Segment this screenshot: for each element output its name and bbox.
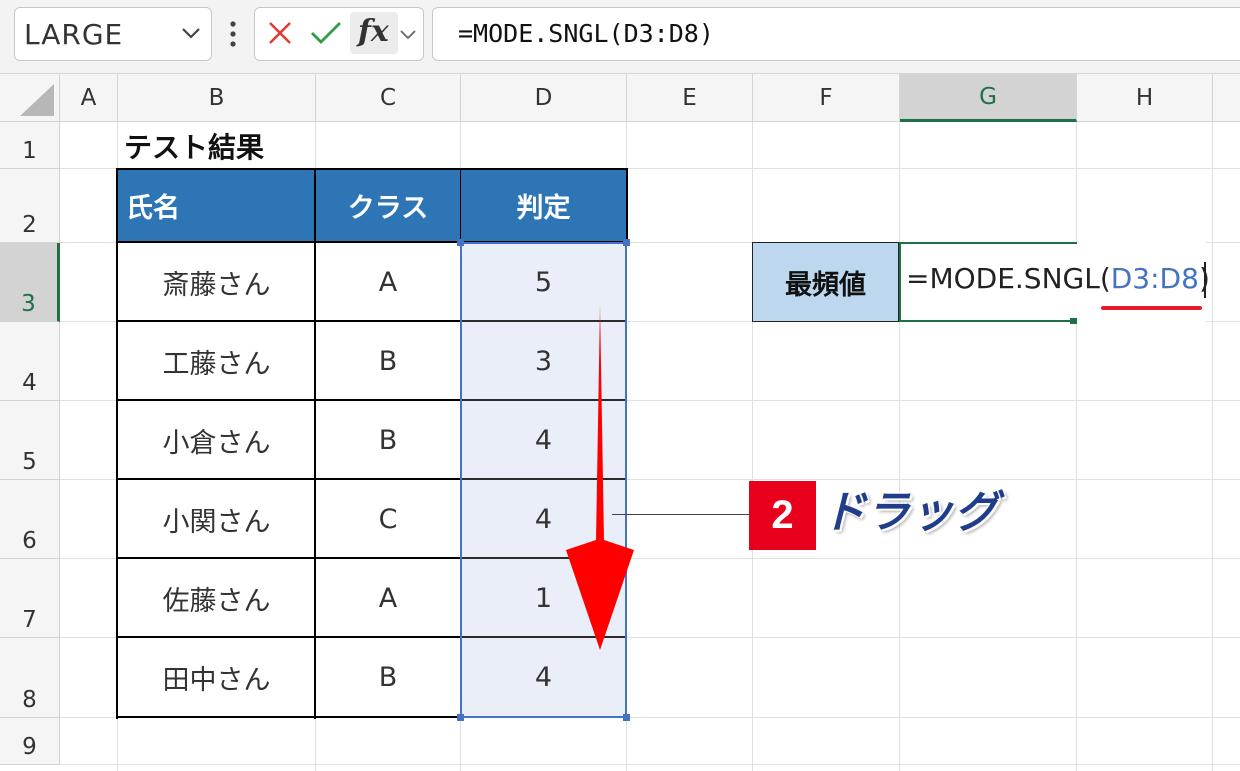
range-resize-handle[interactable] (623, 714, 630, 721)
table-header-judgement[interactable]: 判定 (461, 169, 626, 242)
chevron-down-icon[interactable] (178, 20, 204, 46)
table-cell-name[interactable]: 工藤さん (118, 322, 315, 400)
row-header-5[interactable]: 5 (0, 401, 60, 480)
grid-line (60, 764, 1240, 765)
arrow-down-icon (566, 306, 634, 650)
fx-chevron-down-icon[interactable] (398, 24, 418, 44)
table-cell-class[interactable]: B (316, 638, 460, 717)
step-badge: 2 (749, 481, 816, 550)
mode-label-cell[interactable]: 最頻値 (752, 242, 899, 322)
name-box-value: LARGE (24, 18, 124, 51)
grid-line (752, 122, 753, 771)
column-header-h[interactable]: H (1077, 74, 1213, 122)
row-header-8[interactable]: 8 (0, 638, 60, 718)
column-header-c[interactable]: C (316, 74, 461, 122)
cell-formula-edit: =MODE.SNGL(D3:D8) (906, 262, 1210, 295)
table-border (116, 399, 460, 401)
table-border (116, 168, 628, 170)
table-cell-name[interactable]: 佐藤さん (118, 559, 315, 637)
column-header-g[interactable]: G (900, 74, 1077, 122)
range-resize-handle[interactable] (457, 239, 464, 246)
table-cell-class[interactable]: A (316, 243, 460, 321)
table-cell-name[interactable]: 小倉さん (118, 401, 315, 479)
table-cell-class[interactable]: B (316, 401, 460, 479)
formula-range-reference: D3:D8 (1110, 262, 1199, 295)
table-cell-name[interactable]: 斎藤さん (118, 243, 315, 321)
column-header-i[interactable] (1213, 74, 1240, 122)
column-header-d[interactable]: D (461, 74, 627, 122)
table-cell-class[interactable]: C (316, 480, 460, 558)
row-header-2[interactable]: 2 (0, 169, 60, 243)
range-resize-handle[interactable] (623, 239, 630, 246)
table-cell-class[interactable]: A (316, 559, 460, 637)
table-header-class[interactable]: クラス (316, 169, 460, 242)
table-border (116, 320, 460, 322)
table-border (116, 716, 460, 718)
range-resize-handle[interactable] (457, 714, 464, 721)
table-border (626, 168, 628, 243)
select-all-corner[interactable] (0, 74, 60, 122)
table-border (116, 636, 460, 638)
column-header-f[interactable]: F (753, 74, 900, 122)
fill-handle[interactable] (1070, 318, 1077, 324)
drag-instruction: ドラッグ (822, 487, 998, 538)
row-header-3[interactable]: 3 (0, 243, 60, 322)
enter-check-icon[interactable] (309, 19, 343, 47)
column-header-a[interactable]: A (60, 74, 118, 122)
column-header-b[interactable]: B (118, 74, 316, 122)
row-header-6[interactable]: 6 (0, 480, 60, 559)
formula-prefix: =MODE.SNGL( (906, 262, 1111, 295)
grid-line (899, 122, 900, 771)
table-header-name[interactable]: 氏名 (118, 169, 315, 242)
grid-line (1076, 122, 1077, 771)
table-border (116, 478, 460, 480)
row-header-7[interactable]: 7 (0, 559, 60, 638)
table-cell-class[interactable]: B (316, 322, 460, 400)
cancel-x-icon[interactable] (266, 19, 294, 47)
grid-line (1212, 122, 1213, 771)
table-cell-name[interactable]: 小関さん (118, 480, 315, 558)
range-highlight-underline (1101, 306, 1202, 310)
more-vertical-icon[interactable] (226, 16, 240, 52)
text-cursor (1204, 262, 1206, 298)
table-cell-name[interactable]: 田中さん (118, 638, 315, 717)
row-header-4[interactable]: 4 (0, 322, 60, 401)
fx-label: fx (358, 14, 389, 49)
sheet-title: テスト結果 (124, 131, 265, 164)
select-all-triangle-icon (20, 84, 54, 116)
column-header-e[interactable]: E (627, 74, 753, 122)
table-border (116, 557, 460, 559)
formula-text: =MODE.SNGL(D3:D8) (458, 19, 714, 48)
row-header-9[interactable]: 9 (0, 718, 60, 765)
row-header-1[interactable]: 1 (0, 122, 60, 169)
